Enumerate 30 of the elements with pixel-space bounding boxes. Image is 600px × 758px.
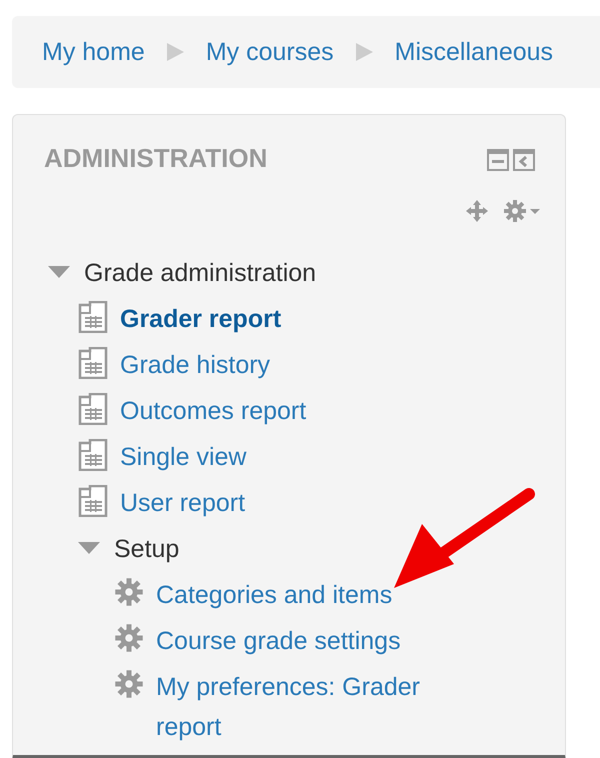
block-title: ADMINISTRATION	[44, 143, 268, 175]
tree-link[interactable]: Outcomes report	[120, 391, 306, 431]
report-icon	[78, 347, 108, 379]
tree-link[interactable]: Categories and items	[156, 575, 392, 615]
report-icon	[78, 393, 108, 425]
tree-link[interactable]: Grade history	[120, 345, 270, 385]
tree-link[interactable]: Single view	[120, 437, 246, 477]
gear-icon	[114, 669, 144, 699]
breadcrumb-link[interactable]: My courses	[206, 38, 334, 66]
settings-icon[interactable]	[503, 199, 541, 223]
tree-link[interactable]: Course grade settings	[156, 621, 401, 661]
tree-branch-label[interactable]: Setup	[114, 529, 180, 569]
breadcrumb-link[interactable]: Miscellaneous	[394, 38, 554, 66]
report-icon	[78, 485, 108, 517]
expand-arrow-icon[interactable]	[78, 542, 100, 556]
tree-link[interactable]: My preferences: Grader report	[156, 667, 475, 747]
gear-icon	[114, 623, 144, 653]
separator-icon	[356, 43, 373, 61]
tree-branch-label[interactable]: Grade administration	[84, 253, 316, 293]
minimize-icon[interactable]	[487, 149, 509, 171]
expand-arrow-icon[interactable]	[48, 266, 70, 280]
report-icon	[78, 439, 108, 471]
gear-icon	[114, 577, 144, 607]
dock-icon[interactable]	[513, 149, 535, 171]
report-icon	[78, 301, 108, 333]
separator-icon	[166, 43, 184, 61]
move-icon[interactable]	[465, 199, 489, 223]
tree-link[interactable]: User report	[120, 483, 246, 523]
tree-link[interactable]: Grader report	[120, 299, 282, 339]
breadcrumb-link[interactable]: My home	[42, 38, 145, 66]
